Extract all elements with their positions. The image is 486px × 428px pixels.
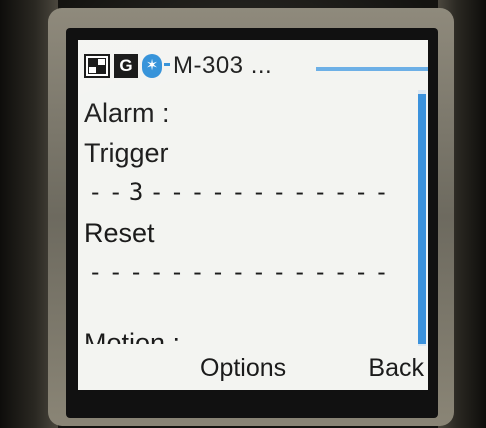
status-bar: G ✶ M-303 ... (78, 40, 428, 84)
motion-label: Motion : (84, 328, 181, 344)
back-softkey[interactable]: Back (368, 354, 424, 383)
trigger-label: Trigger (84, 138, 169, 168)
bluetooth-icon: ✶ (142, 54, 162, 78)
scrollbar[interactable] (418, 90, 426, 346)
gprs-icon: G (114, 54, 138, 78)
trigger-value[interactable]: --3------------ (88, 178, 395, 206)
phone-screen: G ✶ M-303 ... Alarm : Trigger --3-------… (78, 40, 428, 390)
reset-label: Reset (84, 218, 155, 248)
options-softkey[interactable]: Options (200, 354, 286, 383)
scrollbar-thumb[interactable] (418, 94, 426, 344)
title-separator (164, 63, 170, 66)
title-underline (316, 67, 428, 71)
reset-value[interactable]: --------------- (88, 258, 395, 286)
network-mode-icon (84, 54, 110, 78)
device-title: M-303 ... (173, 52, 273, 79)
content-area: Alarm : Trigger --3------------ Reset --… (84, 96, 406, 344)
softkey-bar: Options Back (78, 346, 428, 390)
alarm-label: Alarm : (84, 98, 170, 128)
